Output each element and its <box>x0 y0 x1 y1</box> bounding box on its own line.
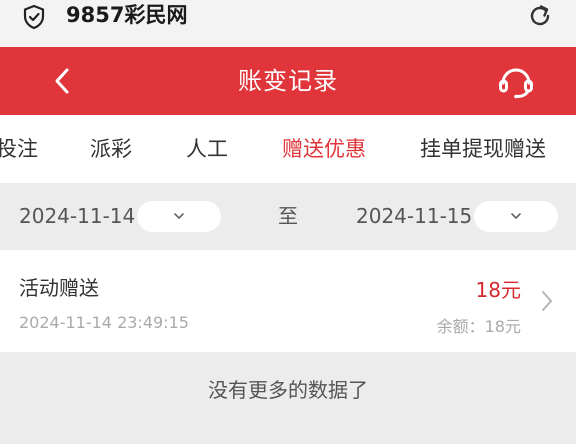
tab-manual[interactable]: 人工 <box>186 115 228 183</box>
list-item[interactable]: 活动赠送 2024-11-14 23:49:15 18元 余额：18元 <box>0 250 576 352</box>
record-amount: 18元 <box>475 278 521 302</box>
site-title: 9857彩民网 <box>66 3 188 27</box>
chevron-down-icon <box>174 213 184 219</box>
no-more-data-text: 没有更多的数据了 <box>208 378 368 402</box>
start-date[interactable]: 2024-11-14 <box>19 183 135 250</box>
headset-icon[interactable] <box>496 61 536 101</box>
app-header: 账变记录 <box>0 47 576 115</box>
browser-address-bar: 9857彩民网 <box>0 0 576 47</box>
date-range-separator: 至 <box>278 204 298 228</box>
refresh-icon[interactable] <box>526 2 554 30</box>
tab-payout[interactable]: 派彩 <box>90 115 132 183</box>
date-filter: 2024-11-14 至 2024-11-15 <box>0 183 576 250</box>
record-balance: 余额：18元 <box>436 317 521 336</box>
category-tabs: 投注 派彩 人工 赠送优惠 挂单提现赠送 <box>0 115 576 183</box>
chevron-down-icon <box>511 213 521 219</box>
end-date-dropdown[interactable] <box>474 201 558 232</box>
tab-withdrawal-bonus[interactable]: 挂单提现赠送 <box>420 115 546 183</box>
page-title: 账变记录 <box>238 67 338 95</box>
tab-bet[interactable]: 投注 <box>0 115 38 183</box>
record-title: 活动赠送 <box>19 276 99 300</box>
end-date[interactable]: 2024-11-15 <box>356 183 472 250</box>
record-time: 2024-11-14 23:49:15 <box>19 313 189 332</box>
shield-icon <box>23 4 45 30</box>
start-date-dropdown[interactable] <box>137 201 221 232</box>
chevron-right-icon <box>542 291 552 311</box>
tab-bonus-promotions[interactable]: 赠送优惠 <box>282 115 366 183</box>
